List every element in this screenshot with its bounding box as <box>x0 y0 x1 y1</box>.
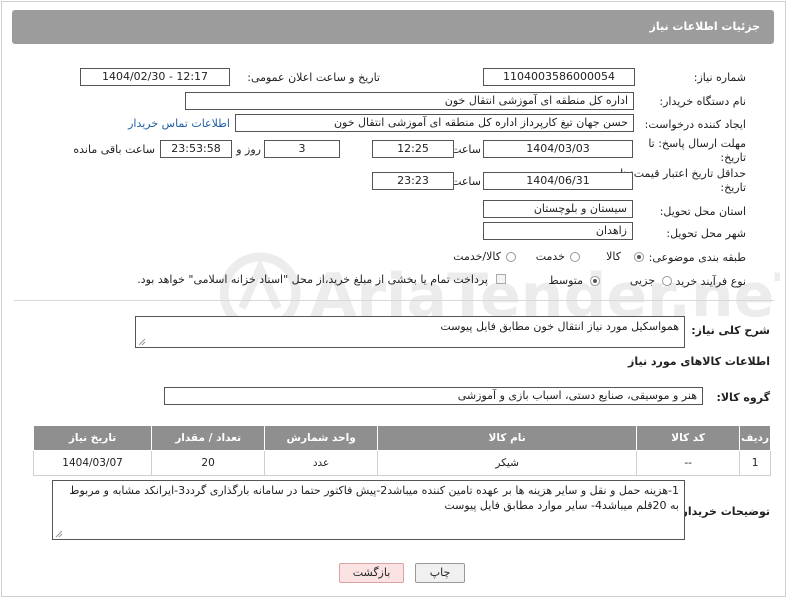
deadline-time-label: ساعت <box>451 143 481 156</box>
creator-field: حسن جهان تیغ کارپرداز اداره کل منطقه ای … <box>235 114 634 132</box>
goods-group-field: هنر و موسیقی، صنایع دستی، اسباب بازی و آ… <box>164 387 703 405</box>
col-header-need-date: تاریخ نیاز <box>32 425 153 451</box>
divider <box>14 300 774 301</box>
col-header-item-name: نام کالا <box>377 425 638 451</box>
category-service-label: خدمت <box>535 250 565 263</box>
buyer-notes-label: توضیحات خریدار: <box>677 505 770 518</box>
buyer-org-label: نام دستگاه خریدار: <box>659 95 746 108</box>
goods-table: ردیف کد کالا نام کالا واحد شمارش تعداد /… <box>32 425 771 476</box>
process-label: نوع فرآیند خرید : <box>668 275 746 288</box>
col-header-unit: واحد شمارش <box>264 425 379 451</box>
category-service-radio[interactable] <box>570 252 580 262</box>
city-field: زاهدان <box>483 222 633 240</box>
remaining-label: ساعت باقی مانده <box>73 143 155 156</box>
cell-unit: عدد <box>264 450 379 476</box>
process-medium-label: متوسط <box>548 274 583 287</box>
category-goods-label: کالا <box>606 250 621 263</box>
remaining-time-field: 23:53:58 <box>160 140 232 158</box>
deadline-label: مهلت ارسال پاسخ: تا تاریخ: <box>648 137 746 164</box>
validity-date-field: 1404/06/31 <box>483 172 633 190</box>
category-goods-service-label: کالا/خدمت <box>453 250 501 263</box>
print-button[interactable]: چاپ <box>415 563 465 583</box>
table-header-row: ردیف کد کالا نام کالا واحد شمارش تعداد /… <box>32 425 771 451</box>
col-header-item-code: کد کالا <box>636 425 741 451</box>
cell-item-name: شیکر <box>377 450 638 476</box>
process-medium-radio[interactable] <box>590 276 600 286</box>
category-goods-service-radio[interactable] <box>506 252 516 262</box>
validity-label: حداقل تاریخ اعتبار قیمت: تا تاریخ: <box>620 167 746 194</box>
goods-group-label: گروه کالا: <box>716 391 770 404</box>
province-label: استان محل تحویل: <box>659 205 746 218</box>
cell-item-code: -- <box>636 450 741 476</box>
treasury-payment-note: پرداخت تمام یا بخشی از مبلغ خرید،از محل … <box>137 273 488 286</box>
need-number-field: 1104003586000054 <box>483 68 635 86</box>
city-label: شهر محل تحویل: <box>666 227 746 240</box>
need-number-label: شماره نیاز: <box>693 71 746 84</box>
category-goods-radio[interactable] <box>634 252 644 262</box>
process-minor-label: جزیی <box>629 274 655 287</box>
col-header-quantity: تعداد / مقدار <box>151 425 266 451</box>
cell-need-date: 1404/03/07 <box>32 450 153 476</box>
treasury-payment-checkbox[interactable] <box>496 274 506 284</box>
creator-label: ایجاد کننده درخواست: <box>644 118 746 131</box>
buyer-org-field: اداره کل منطقه ای آموزشی انتقال خون <box>185 92 634 110</box>
category-label: طبقه بندی موضوعی: <box>648 251 746 264</box>
buyer-notes-textarea[interactable]: 1-هزینه حمل و نقل و سایر هزینه ها بر عهد… <box>52 480 685 540</box>
col-header-row-number: ردیف <box>739 425 771 451</box>
cell-quantity: 20 <box>151 450 266 476</box>
buyer-notes-text: 1-هزینه حمل و نقل و سایر هزینه ها بر عهد… <box>69 484 679 512</box>
table-row: 1 -- شیکر عدد 20 1404/03/07 <box>32 450 771 476</box>
cell-row-number: 1 <box>739 450 771 476</box>
announce-date-field: 1404/02/30 - 12:17 <box>80 68 230 86</box>
description-text: همواسکیل مورد نیاز انتقال خون مطابق فایل… <box>440 320 679 333</box>
buyer-contact-link[interactable]: اطلاعات تماس خریدار <box>128 117 230 130</box>
page-title: جزئیات اطلاعات نیاز <box>649 20 761 33</box>
deadline-date-field: 1404/03/03 <box>483 140 633 158</box>
description-textarea[interactable]: همواسکیل مورد نیاز انتقال خون مطابق فایل… <box>135 316 685 348</box>
resize-grip-icon <box>138 338 146 346</box>
days-field: 3 <box>264 140 340 158</box>
days-label: روز و <box>236 143 261 156</box>
validity-time-label: ساعت <box>451 175 481 188</box>
validity-time-field: 23:23 <box>372 172 454 190</box>
back-button[interactable]: بازگشت <box>339 563 404 583</box>
province-field: سیستان و بلوچستان <box>483 200 633 218</box>
deadline-time-field: 12:25 <box>372 140 454 158</box>
announce-label: تاریخ و ساعت اعلان عمومی: <box>247 71 380 84</box>
process-minor-radio[interactable] <box>662 276 672 286</box>
goods-section-title: اطلاعات کالاهای مورد نیاز <box>628 355 770 368</box>
resize-grip-icon <box>55 530 63 538</box>
description-label: شرح کلی نیاز: <box>691 324 770 337</box>
header-bar: جزئیات اطلاعات نیاز <box>12 10 774 44</box>
